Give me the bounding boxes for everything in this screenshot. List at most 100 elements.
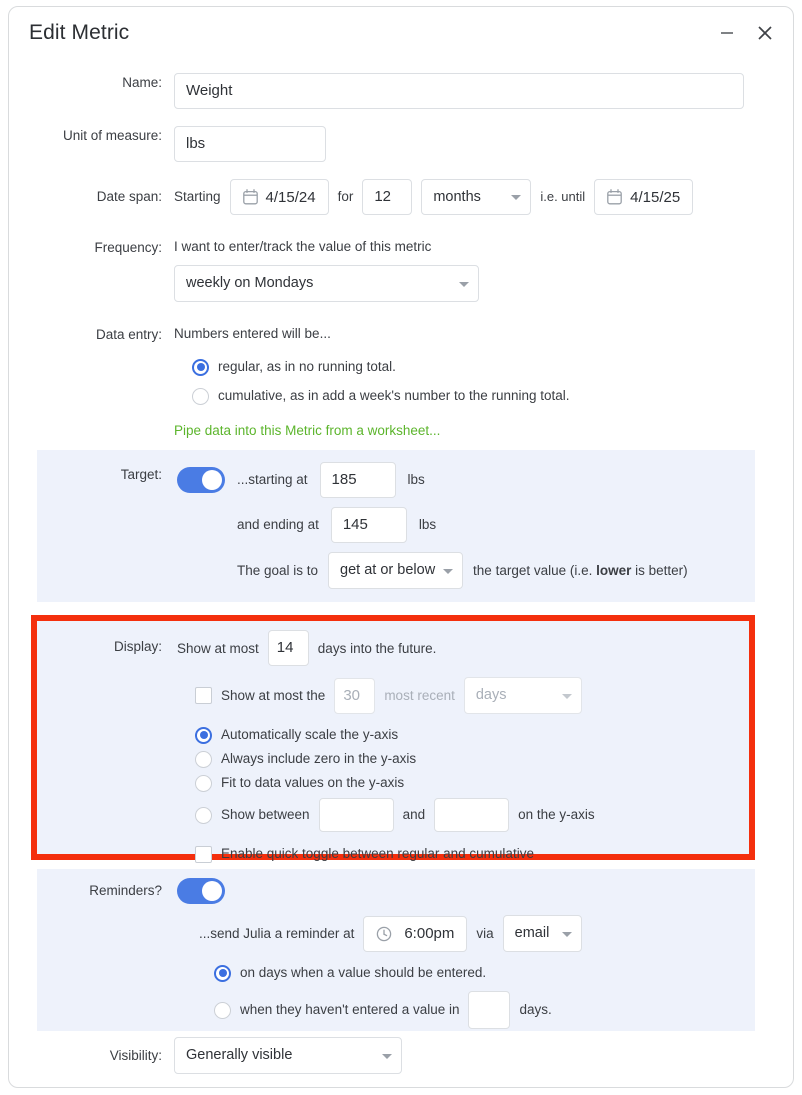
frequency-description: I want to enter/track the value of this … bbox=[174, 239, 432, 254]
target-row: Target: ...starting at 185 lbs and endin… bbox=[37, 450, 755, 589]
chevron-down-icon bbox=[459, 281, 469, 287]
display-yaxis-option-between[interactable]: Show between and on the y-axis bbox=[195, 798, 749, 832]
radio-regular[interactable] bbox=[192, 358, 209, 376]
reminders-option-on-days[interactable]: on days when a value should be entered. bbox=[214, 963, 755, 983]
checkbox-quick-toggle[interactable] bbox=[195, 845, 212, 863]
name-input[interactable]: Weight bbox=[174, 73, 744, 109]
target-start-unit: lbs bbox=[407, 472, 425, 487]
reminders-row: Reminders? ...send Julia a reminder at 6… bbox=[37, 869, 755, 1029]
until-text: i.e. until bbox=[540, 189, 586, 204]
reminders-option-not-entered[interactable]: when they haven't entered a value in day… bbox=[214, 991, 755, 1029]
display-recent-unit-value: days bbox=[475, 687, 507, 703]
frequency-label: Frequency: bbox=[94, 240, 162, 255]
radio-on-days[interactable] bbox=[214, 964, 231, 982]
toggle-knob bbox=[202, 470, 222, 490]
display-between-and: and bbox=[402, 807, 426, 822]
reminder-time-input[interactable]: 6:00pm bbox=[363, 915, 468, 952]
minimize-icon bbox=[721, 32, 733, 34]
end-date-value: 4/15/25 bbox=[630, 188, 681, 206]
data-entry-row: Data entry: Numbers entered will be... r… bbox=[9, 324, 793, 440]
target-ending-text: and ending at bbox=[237, 517, 319, 532]
calendar-icon bbox=[242, 189, 258, 205]
target-goal-select[interactable]: get at or below bbox=[328, 552, 464, 589]
display-yaxis-option-auto[interactable]: Automatically scale the y-axis bbox=[195, 725, 749, 745]
target-toggle[interactable] bbox=[177, 467, 225, 493]
chevron-down-icon bbox=[443, 568, 454, 574]
radio-yaxis-fit-label: Fit to data values on the y-axis bbox=[221, 775, 405, 790]
chevron-down-icon bbox=[561, 931, 572, 937]
reminder-time-value: 6:00pm bbox=[404, 925, 455, 942]
target-end-input[interactable]: 145 bbox=[330, 507, 407, 543]
display-recent-count-input[interactable]: 30 bbox=[334, 677, 376, 714]
display-between-min-input[interactable] bbox=[318, 798, 394, 832]
reminder-channel-select[interactable]: email bbox=[502, 915, 582, 952]
starting-text: Starting bbox=[174, 189, 221, 204]
date-span-label: Date span: bbox=[96, 189, 162, 204]
reminders-toggle[interactable] bbox=[177, 878, 225, 904]
display-between-max-input[interactable] bbox=[434, 798, 510, 832]
radio-not-entered-prefix: when they haven't entered a value in bbox=[240, 1002, 460, 1017]
end-date-input[interactable]: 4/15/25 bbox=[594, 179, 694, 215]
target-start-input[interactable]: 185 bbox=[319, 462, 396, 498]
target-panel: Target: ...starting at 185 lbs and endin… bbox=[37, 450, 755, 602]
close-icon bbox=[758, 26, 772, 40]
display-future-prefix: Show at most bbox=[177, 640, 259, 656]
display-between-prefix: Show between bbox=[221, 807, 310, 822]
checkbox-show-most-recent[interactable] bbox=[195, 687, 212, 704]
reminders-send-prefix: ...send Julia a reminder at bbox=[199, 925, 355, 941]
display-label: Display: bbox=[113, 639, 162, 654]
radio-regular-label: regular, as in no running total. bbox=[218, 359, 396, 374]
start-date-input[interactable]: 4/15/24 bbox=[229, 179, 329, 215]
radio-yaxis-zero[interactable] bbox=[195, 750, 212, 768]
reminder-days-input[interactable] bbox=[468, 991, 511, 1029]
target-label: Target: bbox=[120, 467, 162, 482]
edit-metric-dialog: Edit Metric Name: Weight Unit of measure… bbox=[8, 6, 794, 1088]
visibility-select[interactable]: Generally visible bbox=[174, 1037, 402, 1074]
duration-unit-select[interactable]: months bbox=[421, 179, 532, 215]
reminder-channel-value: email bbox=[514, 925, 550, 941]
for-text: for bbox=[337, 189, 354, 204]
display-future-suffix: days into the future. bbox=[317, 640, 437, 656]
duration-unit-value: months bbox=[433, 189, 481, 205]
display-yaxis-option-fit[interactable]: Fit to data values on the y-axis bbox=[195, 773, 749, 793]
radio-yaxis-fit[interactable] bbox=[195, 774, 212, 792]
display-future-days-input[interactable]: 14 bbox=[267, 630, 309, 666]
display-recent-middle: most recent bbox=[384, 688, 455, 703]
duration-input[interactable]: 12 bbox=[362, 179, 413, 215]
display-recent-unit-select[interactable]: days bbox=[463, 677, 582, 714]
frequency-value: weekly on Mondays bbox=[186, 275, 314, 291]
reminders-label: Reminders? bbox=[89, 883, 162, 898]
visibility-row: Visibility: Generally visible bbox=[9, 1037, 793, 1074]
pipe-data-link[interactable]: Pipe data into this Metric from a worksh… bbox=[174, 423, 440, 438]
data-entry-label: Data entry: bbox=[95, 327, 162, 342]
radio-yaxis-between[interactable] bbox=[195, 806, 212, 824]
display-between-suffix: on the y-axis bbox=[518, 807, 595, 822]
chevron-down-icon bbox=[511, 195, 522, 200]
chevron-down-icon bbox=[382, 1053, 392, 1059]
target-end-unit: lbs bbox=[418, 517, 437, 532]
name-row: Name: Weight bbox=[9, 73, 793, 109]
frequency-row: Frequency: I want to enter/track the val… bbox=[9, 237, 793, 302]
display-quick-toggle-option[interactable]: Enable quick toggle between regular and … bbox=[195, 844, 749, 864]
data-entry-option-cumulative[interactable]: cumulative, as in add a week's number to… bbox=[192, 386, 793, 406]
name-label: Name: bbox=[122, 75, 162, 90]
target-starting-text: ...starting at bbox=[237, 472, 308, 487]
radio-not-entered[interactable] bbox=[214, 1001, 231, 1019]
start-date-value: 4/15/24 bbox=[265, 188, 316, 206]
data-entry-option-regular[interactable]: regular, as in no running total. bbox=[192, 357, 793, 377]
close-button[interactable] bbox=[749, 17, 781, 49]
unit-input[interactable]: lbs bbox=[174, 126, 326, 162]
toggle-knob bbox=[202, 881, 222, 901]
radio-yaxis-auto[interactable] bbox=[195, 726, 212, 744]
display-recent-prefix: Show at most the bbox=[221, 687, 326, 703]
radio-not-entered-suffix: days. bbox=[519, 1002, 552, 1017]
minimize-button[interactable] bbox=[711, 17, 743, 49]
frequency-select[interactable]: weekly on Mondays bbox=[174, 265, 479, 302]
display-panel-highlight: Display: Show at most 14 days into the f… bbox=[31, 615, 755, 863]
radio-cumulative[interactable] bbox=[192, 387, 209, 405]
radio-on-days-label: on days when a value should be entered. bbox=[240, 965, 487, 980]
visibility-label: Visibility: bbox=[109, 1048, 162, 1063]
checkbox-quick-toggle-label: Enable quick toggle between regular and … bbox=[221, 846, 534, 861]
display-yaxis-option-zero[interactable]: Always include zero in the y-axis bbox=[195, 749, 749, 769]
calendar-icon bbox=[607, 189, 623, 205]
